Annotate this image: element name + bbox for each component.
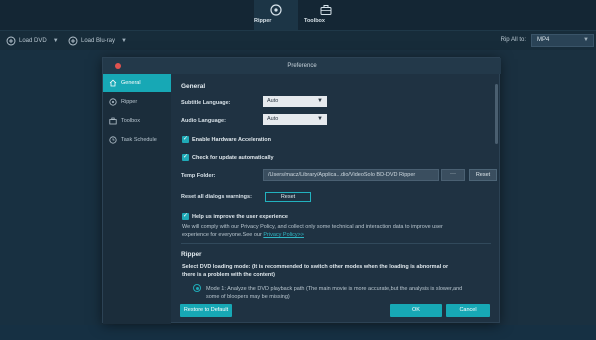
improve-experience-checkbox[interactable]: ✓	[182, 213, 189, 220]
reset-dialogs-button[interactable]: Reset	[265, 192, 311, 202]
sidebar-item-label: Toolbox	[121, 118, 140, 124]
subtitle-language-select[interactable]: Auto ▼	[263, 96, 327, 107]
app-left-panel	[0, 50, 100, 340]
dialog-title-bar: Preference	[103, 58, 501, 74]
preference-content: General Subtitle Language: Auto ▼ Audio …	[173, 74, 497, 301]
load-dvd-button[interactable]: Load DVD ▼	[6, 35, 59, 47]
subtitle-language-label: Subtitle Language:	[181, 100, 231, 106]
loading-mode-line-2: there is a problem with the content)	[182, 272, 275, 278]
sidebar-item-ripper[interactable]: Ripper	[103, 93, 171, 111]
sidebar-item-toolbox[interactable]: Toolbox	[103, 112, 171, 130]
mode-1-radio[interactable]	[193, 284, 201, 292]
ripper-heading: Ripper	[181, 251, 202, 258]
load-bluray-button[interactable]: Load Blu-ray ▼	[68, 35, 127, 47]
sidebar-item-general[interactable]: General	[103, 74, 171, 92]
mode-1-line-1: Mode 1: Analyze the DVD playback path (T…	[206, 286, 463, 292]
hardware-acceleration-checkbox[interactable]: ✓	[182, 136, 189, 143]
load-bluray-label: Load Blu-ray	[81, 38, 116, 44]
sidebar-item-task-schedule[interactable]: Task Schedule	[103, 131, 171, 149]
reset-dialogs-label: Reset all dialogs warnings:	[181, 194, 252, 200]
mode-1-line-2: some of bloopers may be missing)	[206, 294, 290, 300]
improve-text-line-2: experience for everyone.See our	[182, 232, 262, 238]
improve-text-line-1: We will comply with our Privacy Policy, …	[182, 224, 443, 230]
chevron-down-icon[interactable]: ▼	[121, 38, 127, 44]
privacy-policy-link[interactable]: Privacy Policy>>	[263, 232, 304, 238]
briefcase-icon	[320, 5, 332, 15]
app-bottom-panel	[0, 325, 596, 340]
toolbar: Load DVD ▼ Load Blu-ray ▼ Rip All to: MP…	[0, 30, 596, 50]
sidebar-item-label: Task Schedule	[121, 137, 157, 143]
improve-experience-text: We will comply with our Privacy Policy, …	[182, 223, 496, 239]
loading-mode-text: Select DVD loading mode: (It is recommen…	[182, 263, 496, 279]
check-update-label: Check for update automatically	[192, 155, 274, 161]
home-icon	[109, 79, 117, 87]
tab-ripper[interactable]: Ripper	[254, 0, 298, 30]
restore-default-button[interactable]: Restore to Default	[180, 304, 232, 317]
temp-folder-path-field[interactable]: /Users/macz/Library/Applica...dio/VideoS…	[263, 169, 439, 181]
general-heading: General	[181, 83, 206, 90]
rip-format-select[interactable]: MP4 ▼	[531, 34, 594, 47]
top-navigation: Ripper Toolbox	[0, 0, 596, 30]
preference-sidebar: General Ripper Toolbox Task Schedule	[103, 74, 171, 324]
scrollbar[interactable]	[495, 84, 498, 144]
ok-button[interactable]: OK	[390, 304, 442, 317]
audio-language-label: Audio Language:	[181, 118, 226, 124]
tab-ripper-label: Ripper	[254, 18, 272, 24]
load-dvd-label: Load DVD	[19, 38, 47, 44]
temp-folder-label: Temp Folder:	[181, 173, 216, 179]
loading-mode-line-1: Select DVD loading mode: (It is recommen…	[182, 264, 449, 270]
tab-toolbox[interactable]: Toolbox	[304, 0, 348, 30]
improve-experience-label: Help us improve the user experience	[192, 214, 288, 220]
clock-icon	[109, 136, 117, 144]
disc-icon	[109, 98, 117, 106]
reset-folder-button[interactable]: Reset	[469, 169, 497, 181]
section-divider	[181, 243, 491, 244]
sidebar-item-label: Ripper	[121, 99, 138, 105]
add-disc-icon	[6, 36, 16, 46]
hardware-acceleration-label: Enable Hardware Acceleration	[192, 137, 271, 143]
mode-1-text: Mode 1: Analyze the DVD playback path (T…	[206, 285, 496, 301]
dialog-title: Preference	[287, 63, 317, 69]
preference-dialog: Preference General Ripper Toolbox Task S…	[102, 57, 501, 324]
chevron-down-icon[interactable]: ▼	[53, 38, 59, 44]
add-disc-icon	[68, 36, 78, 46]
subtitle-language-value: Auto	[267, 98, 279, 104]
rip-all-to-label: Rip All to:	[500, 37, 526, 43]
cancel-button[interactable]: Cancel	[446, 304, 490, 317]
check-update-checkbox[interactable]: ✓	[182, 154, 189, 161]
browse-folder-button[interactable]: ···	[441, 169, 465, 181]
sidebar-item-label: General	[121, 80, 141, 86]
tab-toolbox-label: Toolbox	[304, 18, 325, 24]
rip-format-value: MP4	[537, 37, 550, 43]
disc-icon	[270, 4, 282, 16]
chevron-down-icon: ▼	[317, 116, 323, 122]
briefcase-icon	[109, 117, 117, 125]
chevron-down-icon: ▼	[583, 37, 589, 43]
close-icon[interactable]	[115, 63, 121, 69]
audio-language-value: Auto	[267, 116, 279, 122]
audio-language-select[interactable]: Auto ▼	[263, 114, 327, 125]
chevron-down-icon: ▼	[317, 98, 323, 104]
